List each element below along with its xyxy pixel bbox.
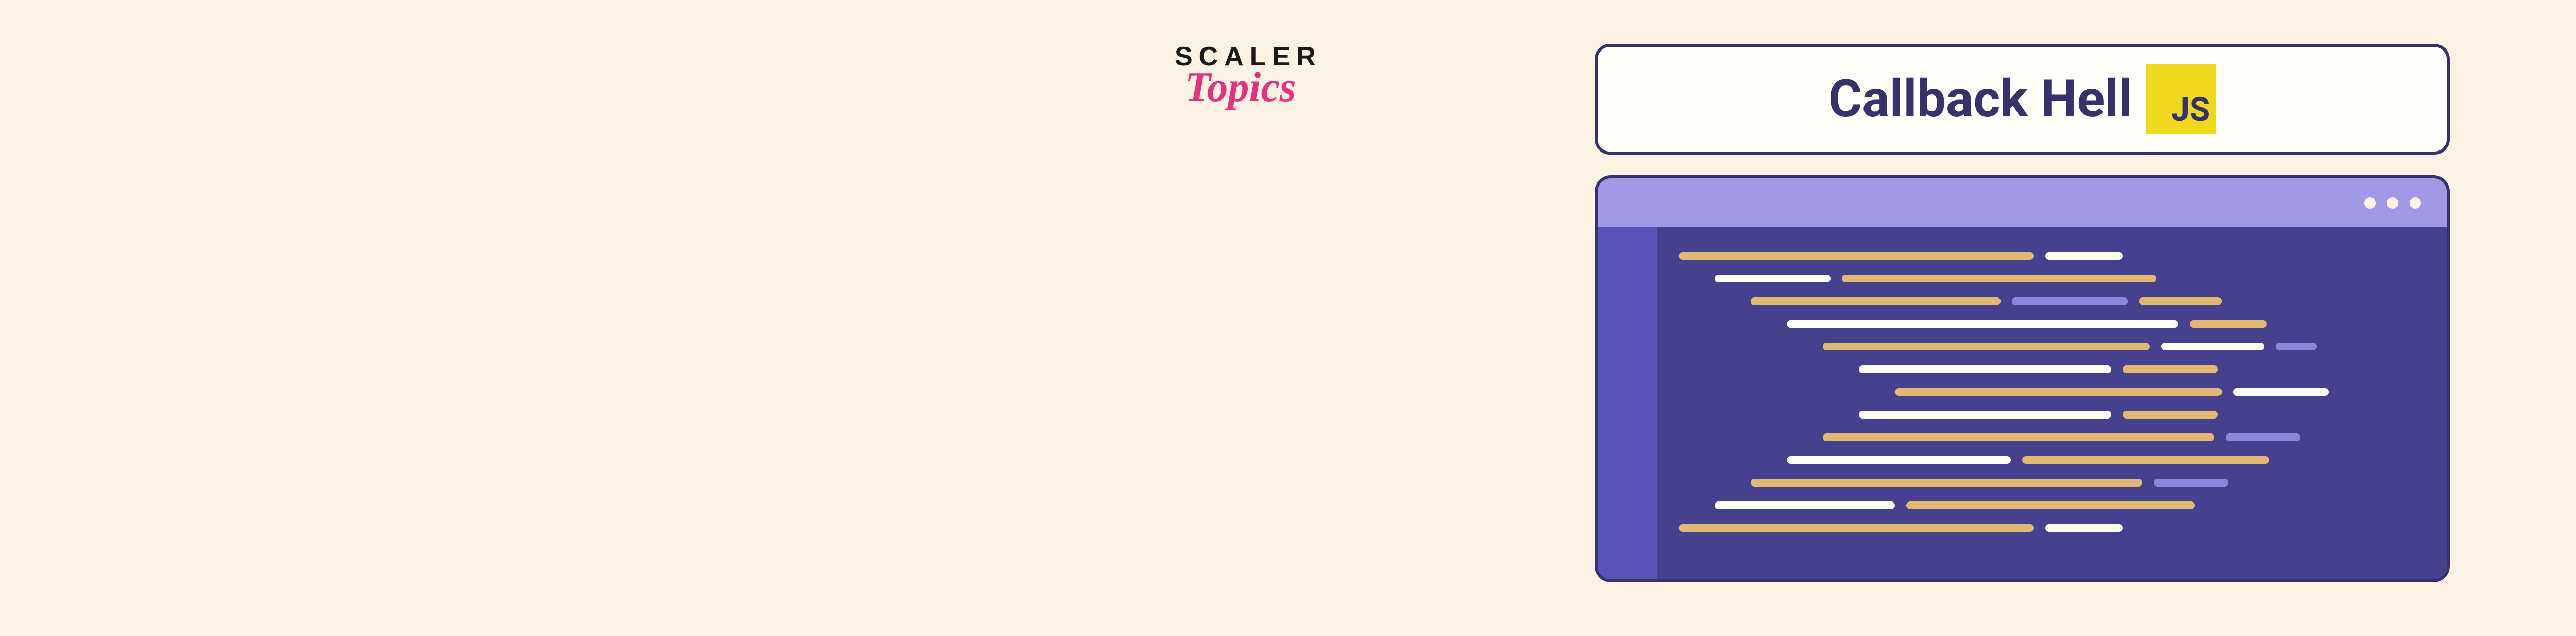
code-editor-window bbox=[1595, 175, 2450, 582]
code-line bbox=[1751, 297, 2421, 305]
code-line bbox=[1679, 252, 2421, 260]
code-line bbox=[1823, 433, 2421, 441]
title-text: Callback Hell bbox=[1828, 69, 2132, 129]
editor-titlebar bbox=[1598, 178, 2447, 227]
code-area bbox=[1657, 227, 2447, 579]
code-line bbox=[1787, 456, 2421, 464]
code-line bbox=[1679, 524, 2421, 532]
code-line bbox=[1715, 501, 2421, 509]
code-line bbox=[1859, 411, 2421, 419]
window-dot-icon bbox=[2410, 197, 2421, 209]
editor-body bbox=[1598, 227, 2447, 579]
title-card: Callback Hell JS bbox=[1595, 44, 2450, 155]
code-line bbox=[1859, 365, 2421, 373]
js-badge-text: JS bbox=[2171, 90, 2210, 129]
window-dot-icon bbox=[2364, 197, 2376, 209]
window-dot-icon bbox=[2387, 197, 2398, 209]
scaler-topics-logo: SCALER Topics bbox=[1175, 41, 1334, 111]
code-line bbox=[1751, 479, 2421, 487]
js-badge: JS bbox=[2146, 64, 2216, 134]
editor-gutter bbox=[1598, 227, 1657, 579]
code-line bbox=[1895, 388, 2421, 396]
code-line bbox=[1787, 320, 2421, 328]
code-line bbox=[1823, 343, 2421, 350]
code-line bbox=[1715, 275, 2421, 282]
